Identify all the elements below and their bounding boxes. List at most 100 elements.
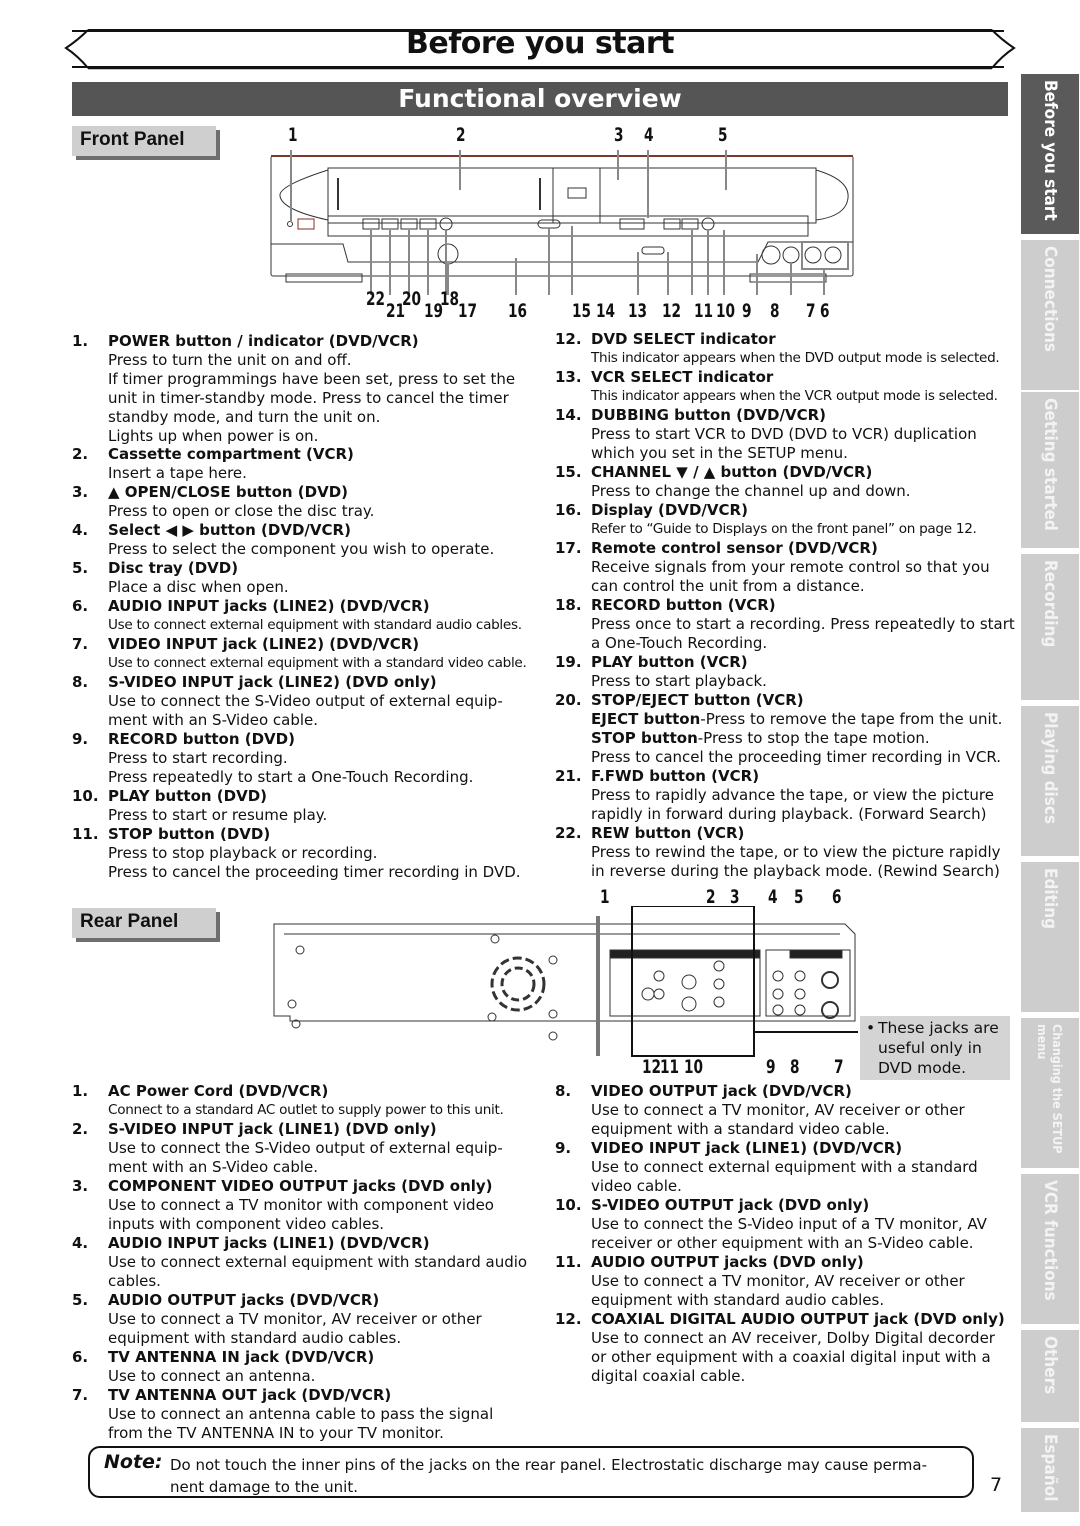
item-8: 8. S-VIDEO INPUT jack (LINE2) (DVD only) U… [72, 673, 532, 730]
item-title: DUBBING button (DVD/VCR) [591, 406, 826, 424]
item-7: 7. TV ANTENNA OUT jack (DVD/VCR) Use to co… [72, 1386, 532, 1443]
item-description: Press to cancel the proceeding timer rec… [591, 747, 1002, 766]
item-3: 3. COMPONENT VIDEO OUTPUT jacks (DVD only… [72, 1177, 532, 1234]
item-title: VIDEO INPUT jack (LINE2) (DVD/VCR) [108, 635, 420, 653]
dvd-mode-note-text: These jacks are useful only in DVD mode. [878, 1019, 999, 1077]
side-tab-others[interactable]: Others [1021, 1330, 1079, 1422]
page-number: 7 [990, 1474, 1003, 1496]
item-number: 8. [72, 673, 89, 691]
item-title: VIDEO OUTPUT jack (DVD/VCR) [591, 1082, 852, 1100]
item-number: 1. [72, 332, 89, 350]
item-title: AUDIO INPUT jacks (LINE2) (DVD/VCR) [108, 597, 430, 615]
item-title: COAXIAL DIGITAL AUDIO OUTPUT jack (DVD o… [591, 1310, 1005, 1328]
item-number: 3. [72, 1177, 89, 1195]
callout-number: 2 [706, 886, 716, 908]
side-tab-vcr-functions[interactable]: VCR functions [1021, 1174, 1079, 1324]
item-rich-line: EJECT button-Press to remove the tape fr… [591, 710, 1015, 729]
item-rich-label: STOP button [591, 728, 698, 747]
item-14: 14. DUBBING button (DVD/VCR) Press to star… [555, 406, 1015, 463]
item-number: 1. [72, 1082, 89, 1100]
item-description: Lights up when power is on. [108, 426, 319, 445]
callout-number: 2 [456, 124, 466, 146]
item-6: 6. TV ANTENNA IN jack (DVD/VCR) Use to con… [72, 1348, 532, 1386]
side-tab-connections[interactable]: Connections [1021, 240, 1079, 390]
item-description: Use to connect the S-Video output of ext… [108, 1138, 503, 1176]
side-tab-espa-ol[interactable]: Español [1021, 1428, 1079, 1512]
item-description: Use to connect a TV monitor, AV receiver… [591, 1100, 965, 1138]
callout-number: 20 [402, 288, 422, 310]
callout-number: 8 [770, 300, 780, 322]
item-1: 1. AC Power Cord (DVD/VCR) Connect to a st… [72, 1082, 532, 1120]
item-description: This indicator appears when the VCR outp… [591, 387, 998, 404]
item-title: STOP/EJECT button (VCR) [591, 691, 804, 709]
item-number: 22. [555, 824, 582, 842]
item-20: 20. STOP/EJECT button (VCR) EJECT button-P… [555, 691, 1015, 767]
item-description: Use to connect a TV monitor, AV receiver… [108, 1309, 482, 1347]
item-15: 15. CHANNEL ▼ / ▲ button (DVD/VCR) Press t… [555, 463, 1015, 501]
item-number: 19. [555, 653, 582, 671]
item-rich-text: -Press to stop the tape motion. [697, 728, 930, 747]
front-panel-heading: Front Panel [72, 126, 216, 156]
callout-number: 12 [642, 1056, 662, 1078]
item-3: 3. ▲ OPEN/CLOSE button (DVD) Press to open… [72, 483, 532, 521]
callout-number: 10 [684, 1056, 704, 1078]
item-title: CHANNEL ▼ / ▲ button (DVD/VCR) [591, 463, 873, 481]
item-description: Use to connect a TV monitor, AV receiver… [591, 1271, 965, 1309]
callout-number: 1 [288, 124, 298, 146]
callout-number: 14 [596, 300, 616, 322]
item-number: 11. [72, 825, 99, 843]
chapter-title: Before you start [405, 26, 675, 61]
item-title: POWER button / indicator (DVD/VCR) [108, 332, 419, 350]
item-22: 22. REW button (VCR) Press to rewind the t… [555, 824, 1015, 881]
item-description: Press to rapidly advance the tape, or vi… [591, 785, 994, 823]
item-description: Use to connect external equipment with s… [108, 616, 522, 633]
item-6: 6. AUDIO INPUT jacks (LINE2) (DVD/VCR) Use… [72, 597, 532, 635]
item-11: 11. STOP button (DVD) Press to stop playba… [72, 825, 532, 882]
item-description: Press to turn the unit on and off. [108, 350, 352, 369]
item-number: 3. [72, 483, 89, 501]
note-text: Do not touch the inner pins of the jacks… [170, 1456, 928, 1496]
item-title: Display (DVD/VCR) [591, 501, 748, 519]
item-number: 7. [72, 1386, 89, 1404]
item-description: Press to open or close the disc tray. [108, 501, 375, 520]
item-number: 16. [555, 501, 582, 519]
side-tab-before-you-start[interactable]: Before you start [1021, 74, 1079, 234]
item-rich-line: STOP button-Press to stop the tape motio… [591, 729, 1015, 748]
item-title: F.FWD button (VCR) [591, 767, 760, 785]
item-description: Refer to “Guide to Displays on the front… [591, 520, 977, 537]
item-title: PLAY button (VCR) [591, 653, 748, 671]
item-title: Cassette compartment (VCR) [108, 445, 354, 463]
item-description: Place a disc when open. [108, 577, 289, 596]
item-number: 17. [555, 539, 582, 557]
item-12: 12. COAXIAL DIGITAL AUDIO OUTPUT jack (DV… [555, 1310, 1015, 1386]
item-description: Connect to a standard AC outlet to suppl… [108, 1101, 504, 1118]
item-19: 19. PLAY button (VCR) Press to start playb… [555, 653, 1015, 691]
item-rich-text: -Press to remove the tape from the unit. [700, 709, 1003, 728]
item-description: Insert a tape here. [108, 463, 247, 482]
item-9: 9. RECORD button (DVD) Press to start reco… [72, 730, 532, 787]
item-number: 9. [72, 730, 89, 748]
callout-number: 1 [600, 886, 610, 908]
item-description: Press to change the channel up and down. [591, 481, 911, 500]
item-description: Press repeatedly to start a One-Touch Re… [108, 767, 474, 786]
item-title: ▲ OPEN/CLOSE button (DVD) [108, 483, 349, 501]
item-number: 6. [72, 1348, 89, 1366]
item-description: Press to start playback. [591, 671, 767, 690]
item-description: Use to connect the S-Video output of ext… [108, 691, 503, 729]
callout-number: 17 [458, 300, 478, 322]
side-tab-playing-discs[interactable]: Playing discs [1021, 706, 1079, 856]
item-number: 4. [72, 521, 89, 539]
side-tab-getting-started[interactable]: Getting started [1021, 392, 1079, 548]
callout-number: 16 [508, 300, 528, 322]
item-title: DVD SELECT indicator [591, 330, 776, 348]
item-description: Press to start or resume play. [108, 805, 328, 824]
item-21: 21. F.FWD button (VCR) Press to rapidly ad… [555, 767, 1015, 824]
item-rich-label: EJECT button [591, 709, 701, 728]
side-tab-recording[interactable]: Recording [1021, 554, 1079, 700]
side-tab-editing[interactable]: Editing [1021, 862, 1079, 1012]
item-description: Use to connect the S-Video input of a TV… [591, 1214, 987, 1252]
callout-number: 6 [820, 300, 830, 322]
item-description: Use to connect external equipment with s… [108, 1252, 528, 1290]
side-tab-changing-the-setup-menu[interactable]: Changing the SETUP menu [1021, 1018, 1079, 1168]
item-number: 9. [555, 1139, 572, 1157]
